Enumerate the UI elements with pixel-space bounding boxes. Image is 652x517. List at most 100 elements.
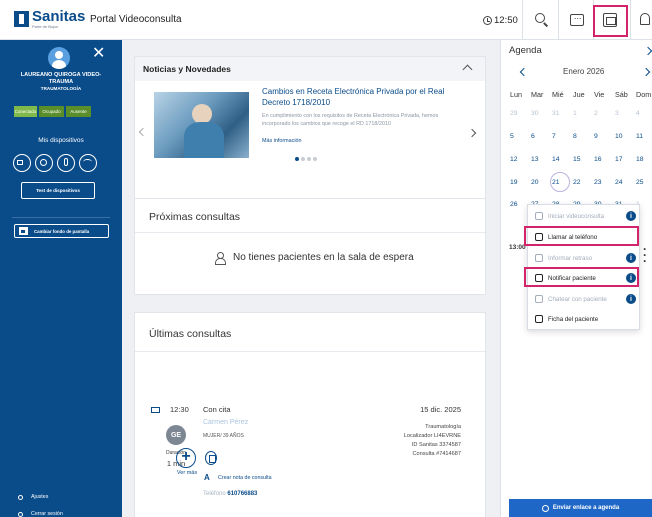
calendar-day[interactable]: 11 bbox=[636, 133, 652, 140]
calendar-day[interactable]: 13 bbox=[531, 156, 552, 163]
carousel-dot[interactable] bbox=[301, 157, 305, 161]
news-item-body: En cumplimiento con los requisitos de Re… bbox=[262, 113, 439, 127]
clock: 12:50 bbox=[483, 15, 518, 26]
phone-label: Teléfono bbox=[203, 491, 226, 497]
calendar-day[interactable]: 3 bbox=[615, 110, 636, 117]
change-background-button[interactable]: Cambiar fondo de pantalla bbox=[14, 224, 109, 238]
microphone-toggle[interactable] bbox=[57, 154, 75, 172]
menu-item-patient-record[interactable]: Ficha del paciente bbox=[528, 310, 641, 328]
calendar-day[interactable]: 23 bbox=[594, 179, 615, 186]
sidebar: ✕ LAUREANO QUIROGA VIDEO-TRAUMA TRAUMATO… bbox=[0, 40, 122, 517]
camera-icon bbox=[17, 160, 23, 165]
search-icon[interactable] bbox=[534, 12, 550, 28]
menu-item-start-video[interactable]: Iniciar videoconsulta i bbox=[528, 207, 641, 225]
calendar-day[interactable]: 14 bbox=[552, 156, 573, 163]
status-busy-button[interactable]: Ocupado bbox=[39, 106, 64, 117]
device-buttons bbox=[13, 154, 101, 172]
calendar-day[interactable]: 25 bbox=[636, 179, 652, 186]
sanitas-logo[interactable]: Sanitas Parte de Bupa bbox=[14, 8, 86, 29]
carousel-dot[interactable] bbox=[313, 157, 317, 161]
patient-phone: Teléfono 610766883 bbox=[203, 491, 257, 497]
calendar-day[interactable]: 5 bbox=[510, 133, 531, 140]
news-header[interactable]: Noticias y Novedades bbox=[135, 57, 485, 81]
menu-item-label: Informar retraso bbox=[548, 254, 593, 262]
prev-month-icon[interactable] bbox=[519, 67, 529, 77]
weekday-label: Lun bbox=[510, 90, 522, 99]
today-indicator bbox=[550, 172, 570, 192]
calendar-day[interactable]: 6 bbox=[531, 133, 552, 140]
carousel-dot[interactable] bbox=[307, 157, 311, 161]
calendar-day[interactable]: 15 bbox=[573, 156, 594, 163]
news-item-title[interactable]: Cambios en Receta Electrónica Privada po… bbox=[262, 86, 447, 108]
calendar-day[interactable]: 10 bbox=[615, 133, 636, 140]
empty-waiting-room: No tienes pacientes en la sala de espera bbox=[215, 252, 414, 265]
camera-toggle[interactable] bbox=[13, 154, 31, 172]
create-note-link[interactable]: Crear nota de consulta bbox=[218, 475, 272, 481]
calendar-day[interactable]: 17 bbox=[615, 156, 636, 163]
image-icon bbox=[19, 227, 28, 235]
calendar-day[interactable]: 7 bbox=[552, 133, 573, 140]
sanitas-logo-icon bbox=[14, 11, 29, 27]
next-month-icon[interactable] bbox=[641, 67, 651, 77]
news-more-link[interactable]: Más información bbox=[262, 138, 302, 144]
logo-text: Sanitas bbox=[32, 8, 86, 25]
menu-item-chat-patient[interactable]: Chatear con paciente i bbox=[528, 290, 641, 308]
send-agenda-link-label: Enviar enlace a agenda bbox=[552, 505, 620, 511]
status-selector: Conectado Ocupado Ausente bbox=[14, 106, 91, 117]
status-connected-button[interactable]: Conectado bbox=[14, 106, 37, 117]
see-more-plus-icon[interactable]: + bbox=[176, 448, 196, 468]
bell-icon[interactable] bbox=[640, 13, 650, 25]
info-icon[interactable]: i bbox=[626, 294, 636, 304]
chevron-up-icon[interactable] bbox=[462, 64, 473, 75]
calendar-day[interactable]: 19 bbox=[510, 179, 531, 186]
logout-link[interactable]: Cerrar sesión bbox=[18, 511, 63, 517]
chat-icon[interactable] bbox=[570, 11, 584, 26]
toolbar-divider bbox=[630, 0, 631, 40]
clock-time: 12:50 bbox=[494, 15, 518, 26]
info-icon[interactable]: i bbox=[626, 253, 636, 263]
see-more-link[interactable]: Ver más bbox=[170, 470, 204, 476]
connection-toggle[interactable] bbox=[79, 154, 97, 172]
chevron-left-icon[interactable] bbox=[138, 127, 148, 137]
weekday-header: Lun Mar Mié Jue Vie Sáb Dom bbox=[510, 90, 652, 99]
calendar-day[interactable]: 29 bbox=[510, 110, 531, 117]
next-consultations-card: Próximas consultas No tienes pacientes e… bbox=[134, 198, 487, 295]
calendar-day[interactable]: 22 bbox=[573, 179, 594, 186]
calendar-day[interactable]: 1 bbox=[573, 110, 594, 117]
calendar-day[interactable]: 12 bbox=[510, 156, 531, 163]
calendar-day[interactable]: 30 bbox=[531, 110, 552, 117]
calendar-day[interactable]: 2 bbox=[594, 110, 615, 117]
menu-item-report-delay[interactable]: Informar retraso i bbox=[528, 249, 641, 267]
doctor-avatar bbox=[48, 47, 70, 69]
calendar-day[interactable]: 31 bbox=[552, 110, 573, 117]
menu-item-label: Ficha del paciente bbox=[548, 315, 599, 323]
send-agenda-link-button[interactable]: Enviar enlace a agenda bbox=[509, 499, 652, 517]
speaker-toggle[interactable] bbox=[35, 154, 53, 172]
test-devices-button[interactable]: Test de dispositivos bbox=[21, 182, 95, 199]
close-icon[interactable]: ✕ bbox=[92, 43, 105, 63]
calendar-week: 29 30 31 1 2 3 4 bbox=[510, 110, 652, 117]
chevron-right-icon[interactable] bbox=[643, 46, 652, 56]
doctor-specialty: TRAUMATOLOGÍA bbox=[40, 86, 82, 91]
document-icon[interactable] bbox=[205, 451, 217, 465]
weekday-label: Mié bbox=[552, 90, 564, 99]
next-consultations-title: Próximas consultas bbox=[149, 211, 241, 223]
carousel-dot[interactable] bbox=[295, 157, 299, 161]
phone-icon[interactable] bbox=[603, 13, 617, 27]
calendar-day[interactable]: 24 bbox=[615, 179, 636, 186]
calendar-day[interactable]: 16 bbox=[594, 156, 615, 163]
calendar-day[interactable]: 8 bbox=[573, 133, 594, 140]
calendar-day[interactable]: 20 bbox=[531, 179, 552, 186]
portal-title: Portal Videoconsulta bbox=[90, 14, 182, 25]
settings-link[interactable]: Ajustes bbox=[18, 494, 48, 500]
chevron-right-icon[interactable] bbox=[467, 128, 477, 138]
calendar-day[interactable]: 4 bbox=[636, 110, 652, 117]
info-icon[interactable]: i bbox=[626, 211, 636, 221]
phone-value[interactable]: 610766883 bbox=[227, 491, 257, 497]
calendar-day[interactable]: 18 bbox=[636, 156, 652, 163]
more-options-icon[interactable]: · · · bbox=[643, 243, 647, 267]
status-away-button[interactable]: Ausente bbox=[66, 106, 91, 117]
patient-name[interactable]: Carmen Pérez bbox=[203, 419, 248, 426]
calendar-day[interactable]: 9 bbox=[594, 133, 615, 140]
consultation-id: Consulta #7414687 bbox=[412, 451, 461, 457]
